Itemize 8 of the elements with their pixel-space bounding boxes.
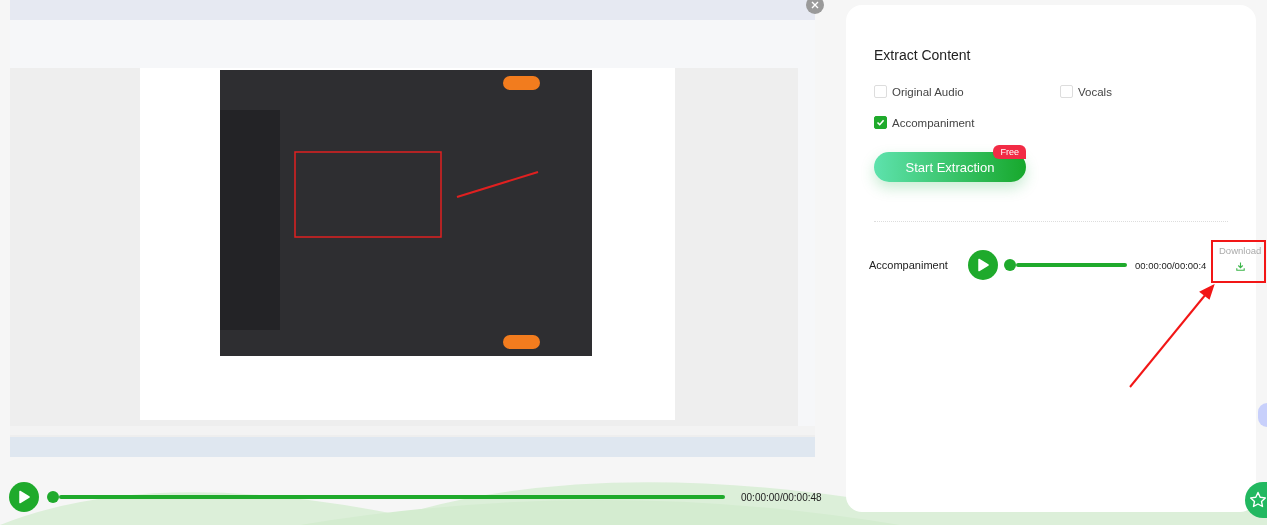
panel-title: Extract Content: [874, 47, 972, 63]
playback-time: 00:00:00/00:00:48: [741, 491, 822, 503]
option-label[interactable]: Accompaniment: [892, 116, 975, 129]
free-badge: Free: [993, 145, 1026, 159]
option-label[interactable]: Vocals: [1078, 85, 1112, 98]
option-label[interactable]: Original Audio: [892, 85, 964, 98]
playback-time: 00:00:00/00:00:4: [1135, 259, 1208, 271]
track-label: Accompaniment: [869, 259, 949, 271]
